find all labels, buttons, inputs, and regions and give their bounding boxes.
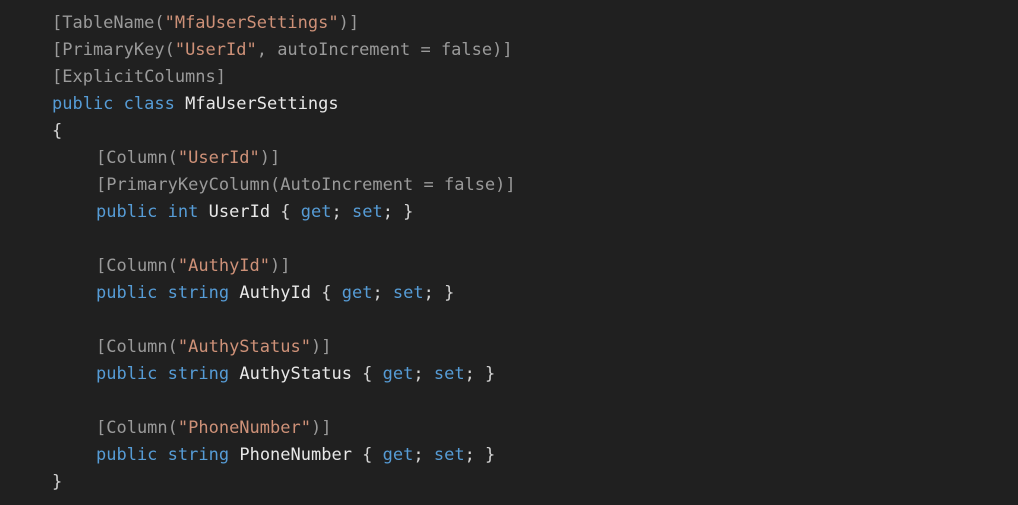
code-token-attr: [ExplicitColumns] — [52, 67, 226, 87]
code-editor[interactable]: [TableName("MfaUserSettings")] [PrimaryKe… — [0, 0, 1018, 505]
code-token-ident: PhoneNumber — [239, 445, 352, 465]
code-token-attr: )] — [259, 148, 281, 168]
code-token-attr: [Column( — [96, 337, 178, 357]
code-token-string: "UserId" — [174, 40, 257, 60]
code-token-ident: MfaUserSettings — [185, 94, 339, 114]
code-line[interactable]: { — [0, 118, 1018, 145]
code-line[interactable]: public string PhoneNumber { get; set; } — [0, 442, 1018, 469]
code-line[interactable]: [Column("UserId")] — [0, 145, 1018, 172]
code-token-attr: [Column( — [96, 418, 178, 438]
code-token-punct: { — [351, 364, 383, 384]
code-token-string: "MfaUserSettings" — [164, 13, 339, 33]
code-line[interactable]: [Column("PhoneNumber")] — [0, 415, 1018, 442]
code-line[interactable]: public string AuthyId { get; set; } — [0, 280, 1018, 307]
code-token-punct: { — [311, 283, 342, 303]
code-token-attr: [PrimaryKeyColumn(AutoIncrement = false)… — [96, 175, 516, 195]
code-token-punct: ; } — [464, 364, 496, 384]
code-token-keyword: string — [167, 364, 230, 384]
code-token-keyword: public — [96, 364, 158, 384]
code-token-string: "UserId" — [177, 148, 260, 168]
code-token-punct: { — [351, 445, 383, 465]
code-line[interactable]: [PrimaryKey("UserId", autoIncrement = fa… — [0, 37, 1018, 64]
code-token-keyword: public — [96, 283, 158, 303]
code-token-attr: )] — [338, 13, 360, 33]
code-token-string: "AuthyId" — [177, 256, 271, 276]
code-line[interactable]: } — [0, 469, 1018, 496]
code-token-attr: [Column( — [96, 256, 178, 276]
code-token-keyword: string — [167, 283, 230, 303]
code-token-keyword: set — [392, 283, 424, 303]
code-token-ident: AuthyId — [239, 283, 311, 303]
code-token-attr: )] — [310, 418, 332, 438]
code-token-ident: UserId — [208, 202, 271, 222]
code-token-ident: AuthyStatus — [239, 364, 352, 384]
code-token-punct: ; — [331, 202, 352, 222]
code-token-keyword: public — [96, 202, 158, 222]
code-token-punct: ; — [372, 283, 393, 303]
code-token-keyword: get — [382, 364, 414, 384]
code-line[interactable]: [ExplicitColumns] — [0, 64, 1018, 91]
code-token-attr: [PrimaryKey( — [52, 40, 175, 60]
code-token-punct: ; — [413, 364, 434, 384]
code-token-attr: )] — [270, 256, 291, 276]
code-token-keyword: set — [433, 445, 465, 465]
code-token-keyword: get — [382, 445, 414, 465]
code-token-attr: [TableName( — [52, 13, 165, 33]
code-token-keyword: public — [96, 445, 158, 465]
code-token-punct: ; } — [464, 445, 496, 465]
code-token-punct: ; — [413, 445, 434, 465]
code-token-attr: [Column( — [96, 148, 178, 168]
code-token-keyword: public — [52, 94, 114, 114]
code-token-keyword: class — [123, 94, 175, 114]
code-line[interactable] — [0, 226, 1018, 253]
code-line[interactable]: public string AuthyStatus { get; set; } — [0, 361, 1018, 388]
code-token-keyword: string — [167, 445, 230, 465]
code-token-keyword: set — [433, 364, 465, 384]
code-token-punct: { — [270, 202, 301, 222]
code-token-string: "PhoneNumber" — [177, 418, 311, 438]
code-token-keyword: int — [167, 202, 199, 222]
code-token-keyword: set — [351, 202, 383, 222]
code-line[interactable]: [TableName("MfaUserSettings")] — [0, 10, 1018, 37]
code-line[interactable]: public int UserId { get; set; } — [0, 199, 1018, 226]
code-token-keyword: get — [341, 283, 373, 303]
code-token-string: "AuthyStatus" — [177, 337, 311, 357]
code-token-attr: )] — [310, 337, 332, 357]
code-token-punct: } — [52, 472, 63, 492]
code-line[interactable]: [PrimaryKeyColumn(AutoIncrement = false)… — [0, 172, 1018, 199]
code-token-punct: ; } — [423, 283, 455, 303]
code-token-attr: , autoIncrement = false)] — [256, 40, 513, 60]
code-line[interactable] — [0, 307, 1018, 334]
code-token-punct: { — [52, 121, 63, 141]
code-token-punct: ; } — [382, 202, 414, 222]
code-line[interactable]: [Column("AuthyId")] — [0, 253, 1018, 280]
code-token-keyword: get — [300, 202, 332, 222]
code-line[interactable]: public class MfaUserSettings — [0, 91, 1018, 118]
code-line[interactable] — [0, 388, 1018, 415]
code-line[interactable]: [Column("AuthyStatus")] — [0, 334, 1018, 361]
